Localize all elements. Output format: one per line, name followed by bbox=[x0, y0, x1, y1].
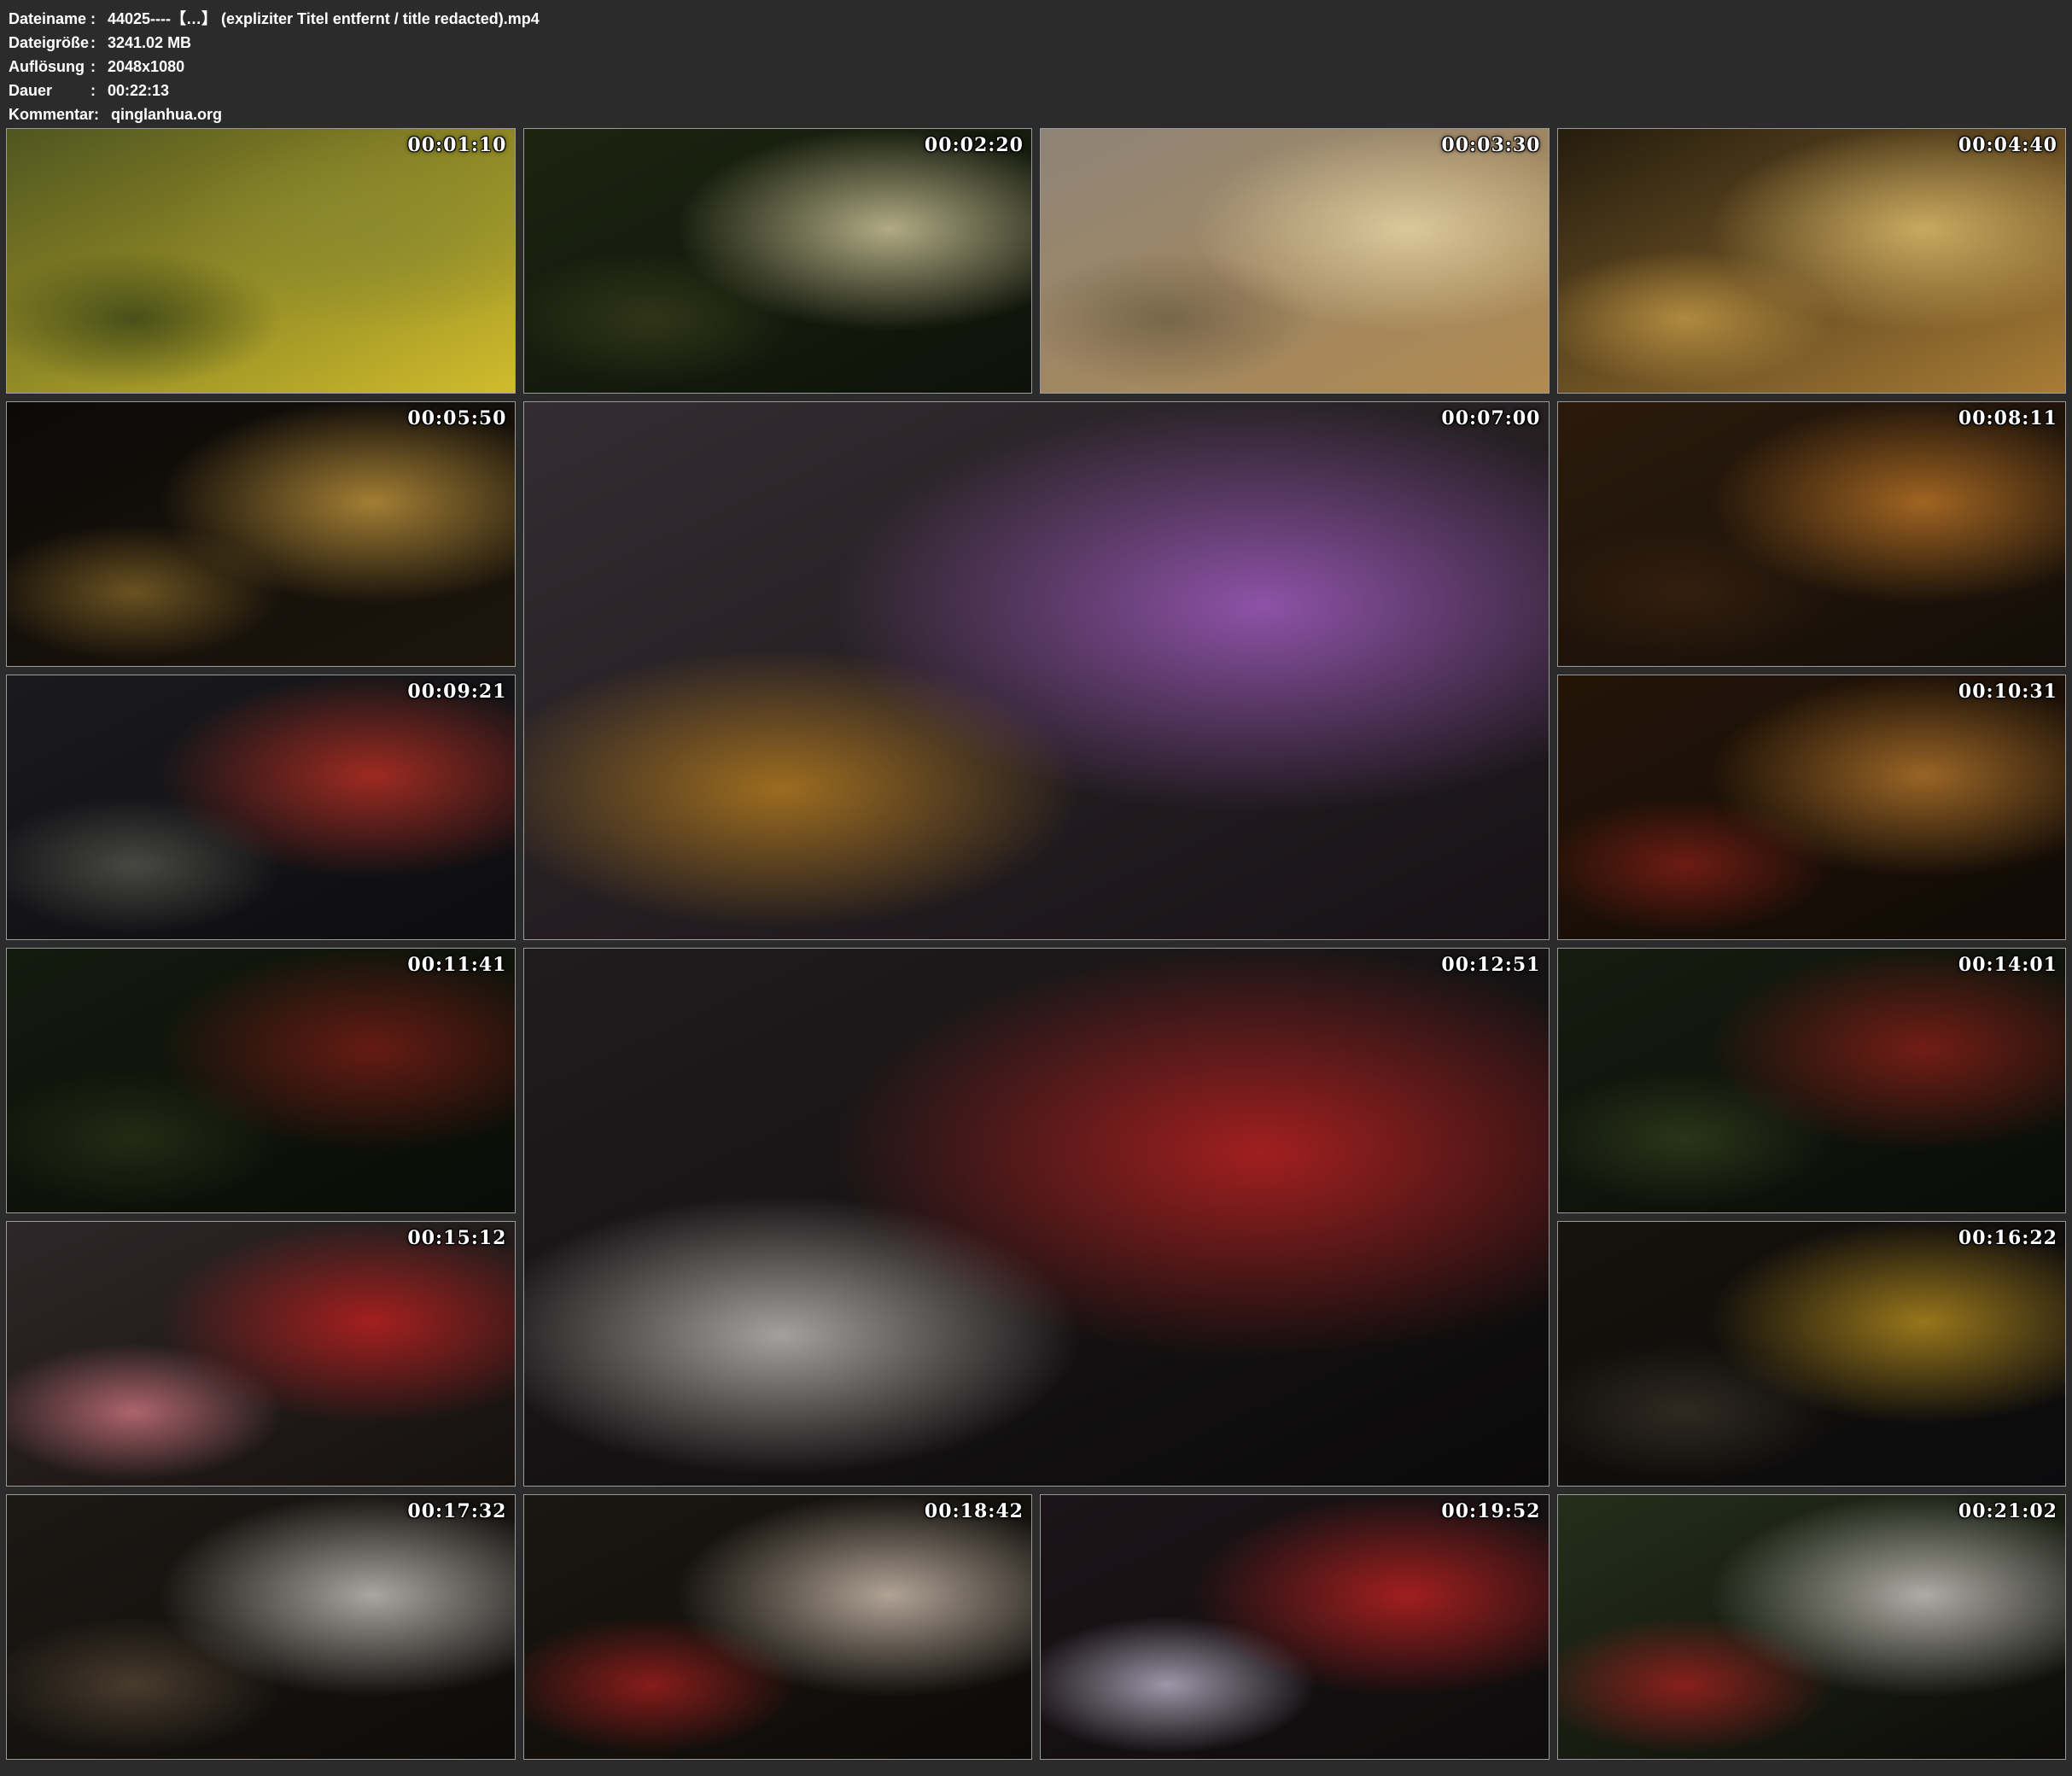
metadata-value: 2048x1080 bbox=[108, 55, 184, 79]
video-thumbnail: 00:10:31 bbox=[1557, 675, 2067, 940]
video-thumbnail: 00:21:02 bbox=[1557, 1494, 2067, 1760]
contact-sheet: Dateiname:44025----【…】 (expliziter Titel… bbox=[0, 0, 2072, 1776]
video-thumbnail: 00:19:52 bbox=[1040, 1494, 1550, 1760]
thumbnail-placeholder-art bbox=[7, 1222, 515, 1486]
timestamp-overlay: 00:15:12 bbox=[407, 1227, 506, 1249]
filename-value: 44025----【…】 (expliziter Titel entfernt … bbox=[108, 7, 540, 31]
video-thumbnail: 00:07:00 bbox=[523, 401, 1550, 940]
timestamp-overlay: 00:21:02 bbox=[1958, 1500, 2057, 1522]
video-thumbnail: 00:01:10 bbox=[6, 128, 516, 394]
thumbnail-placeholder-art bbox=[7, 1495, 515, 1759]
video-thumbnail: 00:18:42 bbox=[523, 1494, 1033, 1760]
timestamp-overlay: 00:04:40 bbox=[1958, 134, 2057, 156]
thumbnail-placeholder-art bbox=[524, 949, 1549, 1486]
thumbnail-placeholder-art bbox=[1558, 1222, 2066, 1486]
thumbnail-placeholder-art bbox=[524, 129, 1032, 393]
thumbnail-placeholder-art bbox=[1558, 402, 2066, 666]
timestamp-overlay: 00:08:11 bbox=[1958, 407, 2057, 429]
thumbnail-placeholder-art bbox=[1558, 675, 2066, 939]
video-thumbnail: 00:16:22 bbox=[1557, 1221, 2067, 1487]
video-thumbnail: 00:09:21 bbox=[6, 675, 516, 940]
thumbnail-placeholder-art bbox=[524, 1495, 1032, 1759]
video-thumbnail: 00:03:30 bbox=[1040, 128, 1550, 394]
timestamp-overlay: 00:16:22 bbox=[1958, 1227, 2057, 1249]
thumbnail-placeholder-art bbox=[524, 402, 1549, 939]
metadata-separator: : bbox=[94, 102, 111, 126]
video-thumbnail: 00:12:51 bbox=[523, 948, 1550, 1487]
thumbnail-grid: 00:01:10 00:02:20 00:03:30 00:04:40 00:05:50… bbox=[6, 128, 2066, 1760]
video-thumbnail: 00:17:32 bbox=[6, 1494, 516, 1760]
thumbnail-placeholder-art bbox=[7, 675, 515, 939]
timestamp-overlay: 00:09:21 bbox=[407, 681, 506, 703]
metadata-separator: : bbox=[90, 31, 108, 55]
metadata-label: Dauer bbox=[9, 79, 90, 102]
thumbnail-placeholder-art bbox=[1041, 1495, 1549, 1759]
thumbnail-placeholder-art bbox=[7, 949, 515, 1212]
timestamp-overlay: 00:01:10 bbox=[407, 134, 506, 156]
timestamp-overlay: 00:12:51 bbox=[1441, 954, 1540, 976]
metadata-label: Kommentar bbox=[9, 102, 94, 126]
timestamp-overlay: 00:02:20 bbox=[925, 134, 1024, 156]
metadata-row-aufloesung: Auflösung:2048x1080 bbox=[9, 55, 2063, 79]
timestamp-overlay: 00:18:42 bbox=[925, 1500, 1024, 1522]
thumbnail-placeholder-art bbox=[1041, 129, 1549, 393]
thumbnail-placeholder-art bbox=[7, 402, 515, 666]
timestamp-overlay: 00:03:30 bbox=[1441, 134, 1540, 156]
thumbnail-placeholder-art bbox=[1558, 129, 2066, 393]
metadata-value: 3241.02 MB bbox=[108, 31, 191, 55]
thumbnail-placeholder-art bbox=[7, 129, 515, 393]
video-thumbnail: 00:02:20 bbox=[523, 128, 1033, 394]
timestamp-overlay: 00:19:52 bbox=[1441, 1500, 1540, 1522]
metadata-row-dauer: Dauer:00:22:13 bbox=[9, 79, 2063, 102]
metadata-label: Dateiname bbox=[9, 7, 90, 31]
metadata-value: qinglanhua.org bbox=[111, 102, 222, 126]
metadata-row-dateigroesse: Dateigröße:3241.02 MB bbox=[9, 31, 2063, 55]
metadata-label: Dateigröße bbox=[9, 31, 90, 55]
video-thumbnail: 00:11:41 bbox=[6, 948, 516, 1213]
timestamp-overlay: 00:11:41 bbox=[407, 954, 506, 976]
metadata-separator: : bbox=[90, 7, 108, 31]
video-thumbnail: 00:14:01 bbox=[1557, 948, 2067, 1213]
metadata-row-kommentar: Kommentar:qinglanhua.org bbox=[9, 102, 2063, 126]
video-thumbnail: 00:04:40 bbox=[1557, 128, 2067, 394]
timestamp-overlay: 00:17:32 bbox=[407, 1500, 506, 1522]
metadata-separator: : bbox=[90, 79, 108, 102]
metadata-label: Auflösung bbox=[9, 55, 90, 79]
timestamp-overlay: 00:10:31 bbox=[1958, 681, 2057, 703]
metadata-value: 00:22:13 bbox=[108, 79, 169, 102]
thumbnail-placeholder-art bbox=[1558, 949, 2066, 1212]
thumbnail-placeholder-art bbox=[1558, 1495, 2066, 1759]
metadata-separator: : bbox=[90, 55, 108, 79]
timestamp-overlay: 00:14:01 bbox=[1958, 954, 2057, 976]
file-metadata-header: Dateiname:44025----【…】 (expliziter Titel… bbox=[0, 0, 2072, 128]
metadata-row-dateiname: Dateiname:44025----【…】 (expliziter Titel… bbox=[9, 7, 2063, 31]
video-thumbnail: 00:08:11 bbox=[1557, 401, 2067, 667]
video-thumbnail: 00:15:12 bbox=[6, 1221, 516, 1487]
timestamp-overlay: 00:05:50 bbox=[407, 407, 506, 429]
video-thumbnail: 00:05:50 bbox=[6, 401, 516, 667]
timestamp-overlay: 00:07:00 bbox=[1441, 407, 1540, 429]
